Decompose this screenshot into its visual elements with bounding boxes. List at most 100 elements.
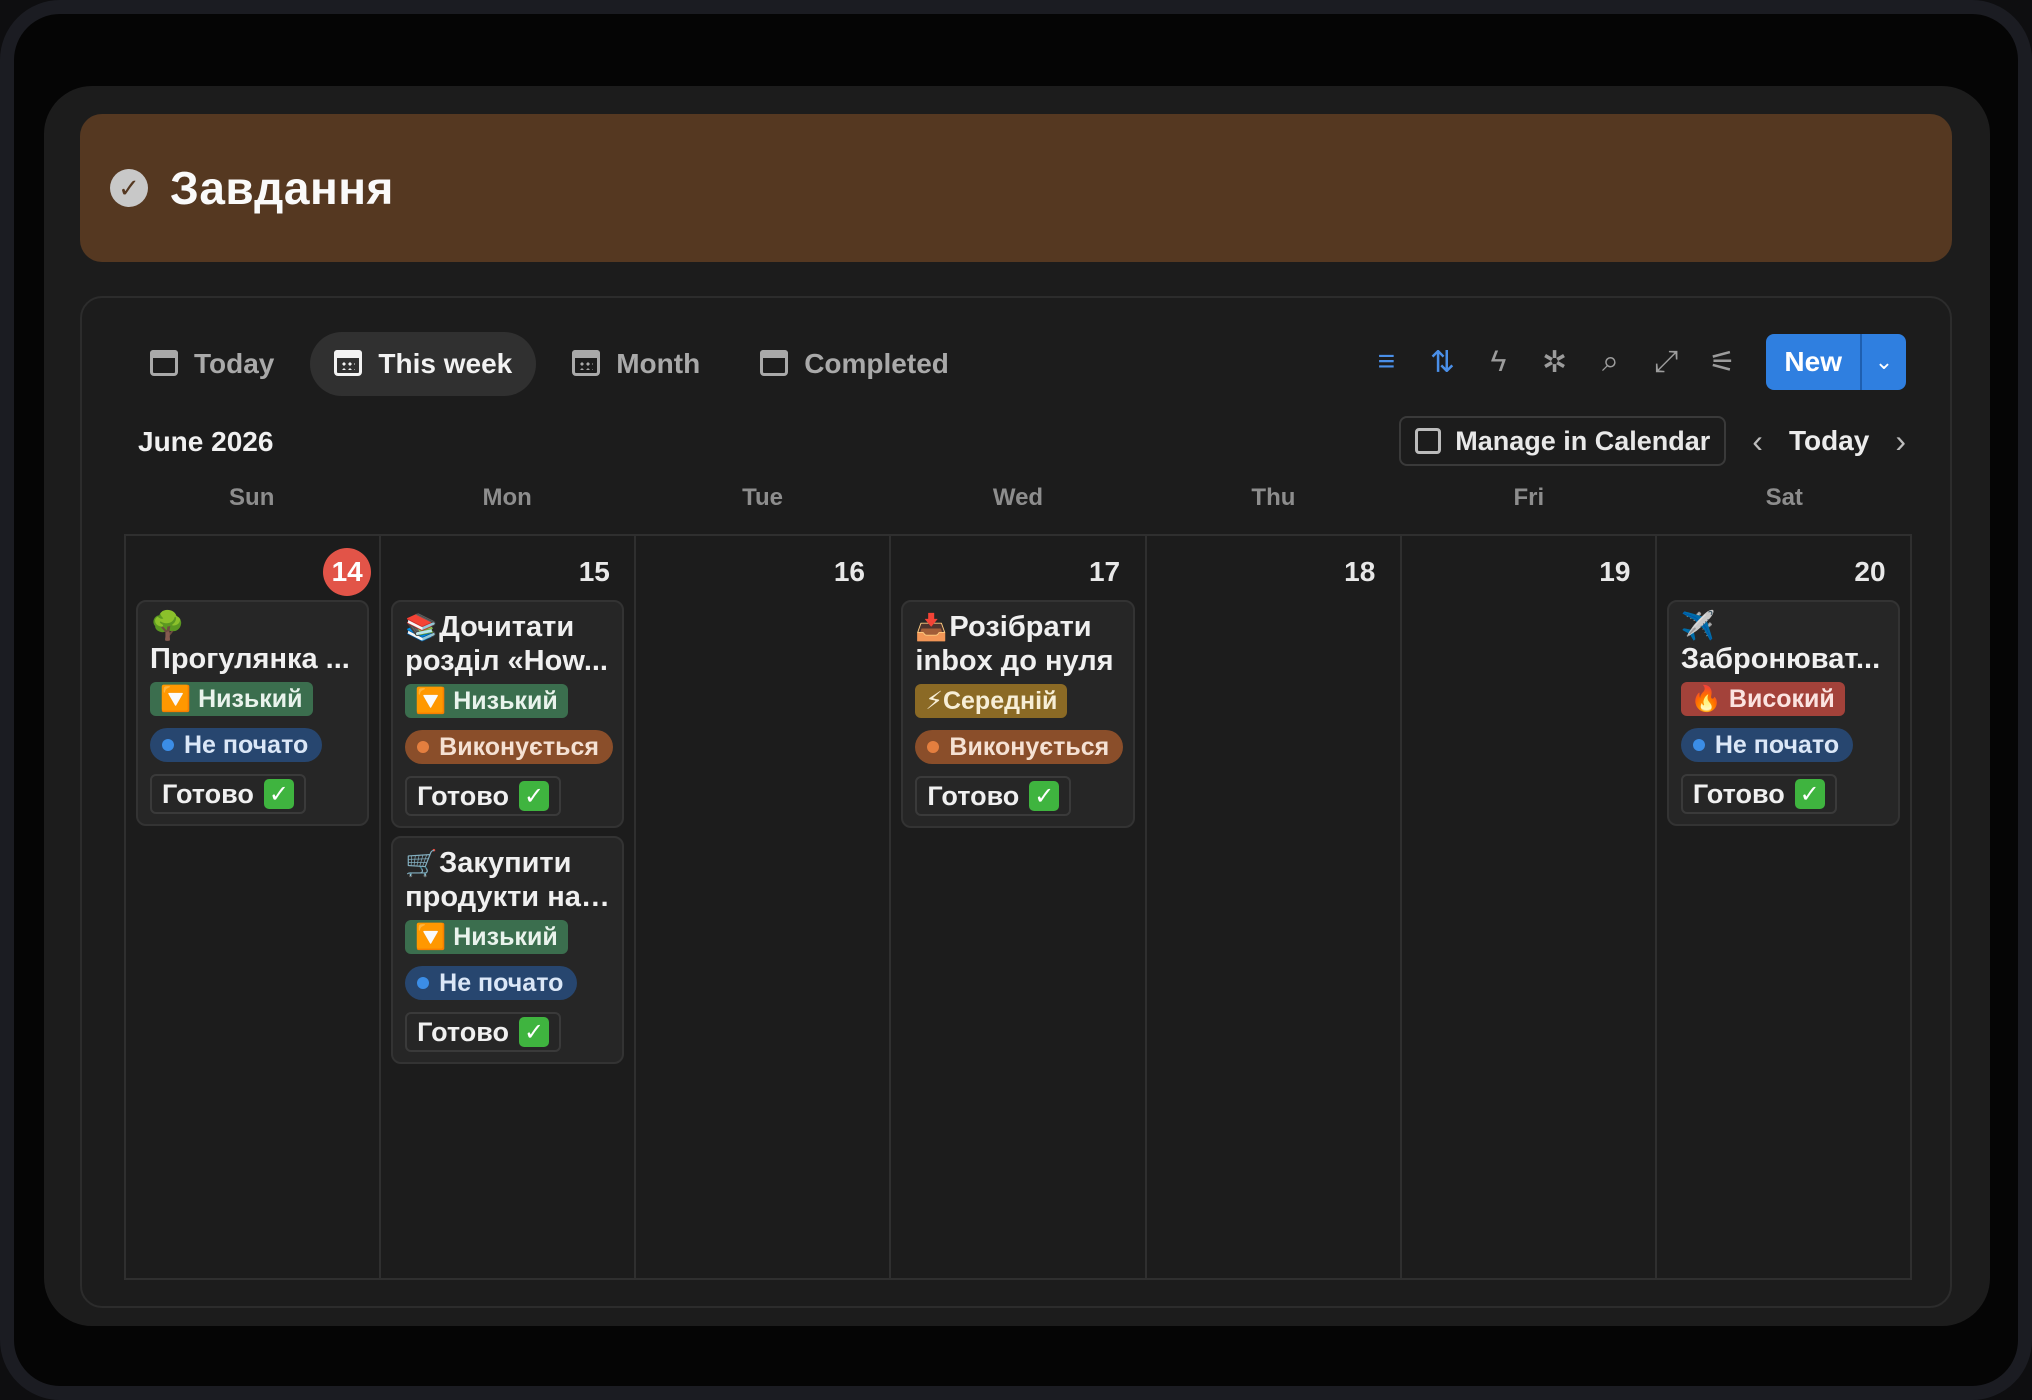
weekday-fri: Fri: [1513, 484, 1545, 511]
task-title: Забронюват...: [1680, 643, 1881, 675]
done-label: Готово: [1692, 778, 1785, 809]
books-icon: 📚: [405, 612, 438, 642]
done-label: Готово: [927, 780, 1020, 811]
calendar-nav: Manage in Calendar ‹ Today ›: [1399, 416, 1906, 466]
day-cell-15[interactable]: 15 📚Дочитати розділ «How... 🔽 Низький Ви…: [381, 536, 637, 1278]
done-label: Готово: [417, 780, 510, 811]
task-title-line1: Розібрати: [949, 611, 1092, 643]
priority-tag: 🔽 Низький: [405, 684, 568, 718]
status-badge: Не почато: [405, 966, 578, 1000]
day-number: 17: [1088, 556, 1121, 587]
calendar-icon: [150, 350, 180, 378]
check-icon[interactable]: ✓: [263, 779, 294, 809]
airplane-icon: ✈️: [1680, 610, 1716, 641]
day-cell-14[interactable]: 14 🌳 Прогулянка ... 🔽 Низький Не почато …: [126, 536, 382, 1278]
done-checkbox-field[interactable]: Готово ✓: [405, 776, 562, 816]
today-badge: 14: [323, 548, 372, 596]
status-dot-icon: [927, 741, 940, 753]
expand-icon[interactable]: ⤢: [1638, 334, 1694, 390]
task-title-line2: розділ «How...: [405, 645, 608, 677]
calendar-icon: [760, 350, 790, 378]
check-icon[interactable]: ✓: [1029, 781, 1060, 811]
day-cell-18[interactable]: 18: [1147, 536, 1402, 1278]
task-title-line1: Закупити: [439, 847, 572, 879]
status-badge: Виконується: [915, 730, 1124, 764]
chevron-right-icon[interactable]: ›: [1895, 423, 1906, 460]
day-cell-19[interactable]: 19: [1402, 536, 1657, 1278]
status-label: Виконується: [949, 732, 1110, 761]
check-icon[interactable]: ✓: [519, 781, 550, 811]
status-badge: Не почато: [150, 728, 323, 762]
filter-icon[interactable]: ≡: [1358, 334, 1414, 390]
weekday-wed: Wed: [992, 484, 1044, 511]
weekday-sat: Sat: [1765, 484, 1803, 511]
tab-label: Today: [194, 348, 275, 379]
status-badge: Виконується: [405, 730, 613, 764]
app-window: ✓ Завдання Today This week Month Complet…: [44, 86, 1990, 1326]
calendar-panel: Today This week Month Completed ≡ ⇅ ϟ ✲ …: [80, 296, 1952, 1308]
status-dot-icon: [1692, 739, 1705, 751]
day-number: 19: [1599, 556, 1631, 587]
task-card[interactable]: 🌳 Прогулянка ... 🔽 Низький Не почато Гот…: [136, 600, 370, 826]
week-grid: 14 🌳 Прогулянка ... 🔽 Низький Не почато …: [124, 534, 1912, 1280]
weekday-tue: Tue: [742, 484, 783, 511]
chevron-down-icon[interactable]: ⌄: [1860, 334, 1906, 390]
done-label: Готово: [162, 778, 254, 809]
task-card[interactable]: ✈️ Забронюват... 🔥 Високий Не почато Гот…: [1666, 600, 1900, 826]
status-label: Виконується: [439, 732, 599, 761]
priority-tag: 🔽 Низький: [150, 682, 313, 716]
tab-today[interactable]: Today: [126, 332, 298, 396]
done-label: Готово: [417, 1016, 510, 1047]
manage-in-calendar-button[interactable]: Manage in Calendar: [1399, 416, 1727, 466]
sort-icon[interactable]: ⇅: [1414, 334, 1470, 390]
status-label: Не почато: [439, 968, 564, 997]
ai-sparkle-icon[interactable]: ✲: [1526, 334, 1582, 390]
chevron-left-icon[interactable]: ‹: [1752, 423, 1763, 460]
tree-icon: 🌳: [150, 610, 185, 641]
database-toolbar: ≡ ⇅ ϟ ✲ ⌕ ⤢ ⚟ New ⌄: [1358, 334, 1906, 390]
done-checkbox-field[interactable]: Готово ✓: [405, 1012, 562, 1052]
tab-label: Completed: [804, 348, 949, 379]
day-number: 20: [1854, 556, 1886, 587]
day-cell-20[interactable]: 20 ✈️ Забронюват... 🔥 Високий Не почато …: [1657, 536, 1910, 1278]
done-checkbox-field[interactable]: Готово ✓: [1680, 774, 1837, 814]
task-card[interactable]: 📚Дочитати розділ «How... 🔽 Низький Викон…: [391, 600, 625, 828]
task-card[interactable]: 🛒Закупити продукти на ... 🔽 Низький Не п…: [391, 836, 625, 1064]
today-button[interactable]: Today: [1789, 425, 1869, 457]
status-label: Не почато: [1714, 730, 1840, 759]
weekday-sun: Sun: [229, 484, 275, 511]
tab-month[interactable]: Month: [548, 332, 724, 396]
new-button[interactable]: New ⌄: [1766, 334, 1906, 390]
status-dot-icon: [162, 739, 174, 751]
day-number: 18: [1344, 556, 1376, 587]
weekday-header: Sun Mon Tue Wed Thu Fri Sat: [124, 484, 1912, 512]
tab-completed[interactable]: Completed: [736, 332, 973, 396]
done-checkbox-field[interactable]: Готово ✓: [150, 774, 306, 814]
day-cell-17[interactable]: 17 📥Розібрати inbox до нуля ⚡Середній Ви…: [891, 536, 1147, 1278]
priority-tag: 🔽 Низький: [405, 920, 568, 954]
tab-this-week[interactable]: This week: [310, 332, 537, 396]
month-label: June 2026: [138, 426, 274, 457]
weekday-mon: Mon: [482, 484, 532, 511]
status-dot-icon: [417, 741, 430, 753]
task-card[interactable]: 📥Розібрати inbox до нуля ⚡Середній Викон…: [901, 600, 1135, 828]
settings-icon[interactable]: ⚟: [1694, 334, 1750, 390]
check-icon[interactable]: ✓: [519, 1017, 550, 1047]
page-header: ✓ Завдання: [80, 114, 1952, 262]
search-icon[interactable]: ⌕: [1582, 334, 1638, 390]
day-number: 16: [833, 556, 865, 587]
calendar-week-icon: [334, 350, 364, 378]
automation-icon[interactable]: ϟ: [1470, 334, 1526, 390]
status-dot-icon: [417, 977, 430, 989]
done-checkbox-field[interactable]: Готово ✓: [915, 776, 1072, 816]
check-icon[interactable]: ✓: [1794, 779, 1825, 809]
manage-label: Manage in Calendar: [1455, 425, 1711, 456]
task-title: Прогулянка ...: [150, 643, 350, 675]
task-title-line2: продукти на ...: [405, 881, 611, 913]
weekday-thu: Thu: [1251, 484, 1296, 511]
tab-label: This week: [378, 348, 513, 379]
priority-tag: ⚡Середній: [915, 684, 1068, 718]
day-cell-16[interactable]: 16: [636, 536, 892, 1278]
status-label: Не почато: [184, 730, 309, 759]
task-title-line2: inbox до нуля: [915, 645, 1114, 677]
